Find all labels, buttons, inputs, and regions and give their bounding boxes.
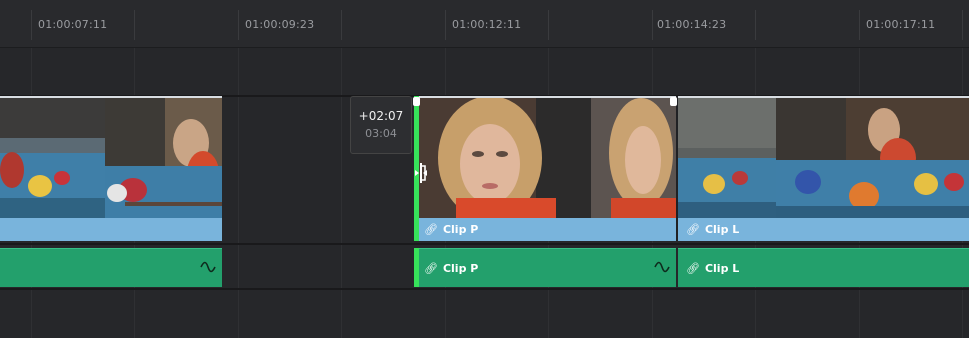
ruler-tick bbox=[755, 10, 756, 40]
track-divider bbox=[0, 243, 969, 245]
trim-handle[interactable] bbox=[413, 97, 420, 106]
thumbnail-frame bbox=[416, 98, 591, 218]
ruler-timecode: 01:00:07:11 bbox=[38, 18, 108, 31]
audio-waveform-icon bbox=[654, 261, 670, 273]
clip-label: 🔗︎ Clip P bbox=[424, 223, 478, 236]
audio-clip[interactable] bbox=[0, 248, 222, 287]
audio-waveform-icon bbox=[200, 261, 216, 273]
track-divider bbox=[0, 288, 969, 290]
thumbnail-frame bbox=[105, 98, 222, 218]
clip-label: 🔗︎ Clip P bbox=[424, 262, 478, 275]
thumbnail-frame bbox=[776, 98, 969, 218]
thumbnail-frame bbox=[591, 98, 676, 218]
ruler-tick bbox=[962, 10, 963, 40]
trim-tooltip: +02:07 03:04 bbox=[350, 96, 412, 154]
video-clip-l[interactable]: 🔗︎ Clip L bbox=[678, 96, 969, 241]
clip-label: 🔗︎ Clip L bbox=[686, 262, 739, 275]
ruler-timecode: 01:00:09:23 bbox=[245, 18, 315, 31]
thumbnail-frame bbox=[0, 98, 105, 218]
clip-thumbnails bbox=[0, 98, 222, 218]
grid-line bbox=[341, 48, 342, 338]
ruler-tick bbox=[859, 10, 860, 40]
clip-name: Clip P bbox=[442, 262, 479, 275]
clip-name: Clip L bbox=[704, 262, 740, 275]
ruler-timecode: 01:00:12:11 bbox=[452, 18, 522, 31]
thumbnail-frame bbox=[678, 98, 776, 218]
audio-clip-l[interactable]: 🔗︎ Clip L bbox=[678, 248, 969, 287]
link-icon: 🔗︎ bbox=[686, 223, 700, 236]
ruler-timecode: 01:00:14:23 bbox=[657, 18, 727, 31]
ruler-tick bbox=[31, 10, 32, 40]
link-icon: 🔗︎ bbox=[424, 223, 438, 236]
ruler-timecode: 01:00:17:11 bbox=[866, 18, 936, 31]
ruler-tick bbox=[445, 10, 446, 40]
clip-name: Clip L bbox=[704, 223, 740, 236]
ruler-tick bbox=[238, 10, 239, 40]
audio-clip-p[interactable]: 🔗︎ Clip P bbox=[416, 248, 676, 287]
trim-offset: +02:07 bbox=[358, 109, 404, 123]
clip-thumbnails bbox=[416, 98, 676, 218]
ruler-tick bbox=[548, 10, 549, 40]
ruler-tick bbox=[652, 10, 653, 40]
clip-name: Clip P bbox=[442, 223, 479, 236]
timeline[interactable]: 01:00:07:11 01:00:09:23 01:00:12:11 01:0… bbox=[0, 0, 969, 338]
trim-edge-highlight[interactable] bbox=[414, 248, 419, 287]
video-clip[interactable] bbox=[0, 96, 222, 241]
trim-handle[interactable] bbox=[670, 97, 677, 106]
ruler-tick bbox=[341, 10, 342, 40]
video-clip-p[interactable]: 🔗︎ Clip P bbox=[416, 96, 676, 241]
link-icon: 🔗︎ bbox=[424, 262, 438, 275]
clip-boundary bbox=[676, 96, 678, 241]
timecode-ruler[interactable]: 01:00:07:11 01:00:09:23 01:00:12:11 01:0… bbox=[0, 0, 969, 48]
grid-line bbox=[238, 48, 239, 338]
trim-duration: 03:04 bbox=[365, 127, 397, 140]
clip-thumbnails bbox=[678, 98, 969, 218]
ripple-trim-cursor-icon bbox=[415, 163, 427, 183]
clip-label: 🔗︎ Clip L bbox=[686, 223, 739, 236]
link-icon: 🔗︎ bbox=[686, 262, 700, 275]
ruler-tick bbox=[134, 10, 135, 40]
